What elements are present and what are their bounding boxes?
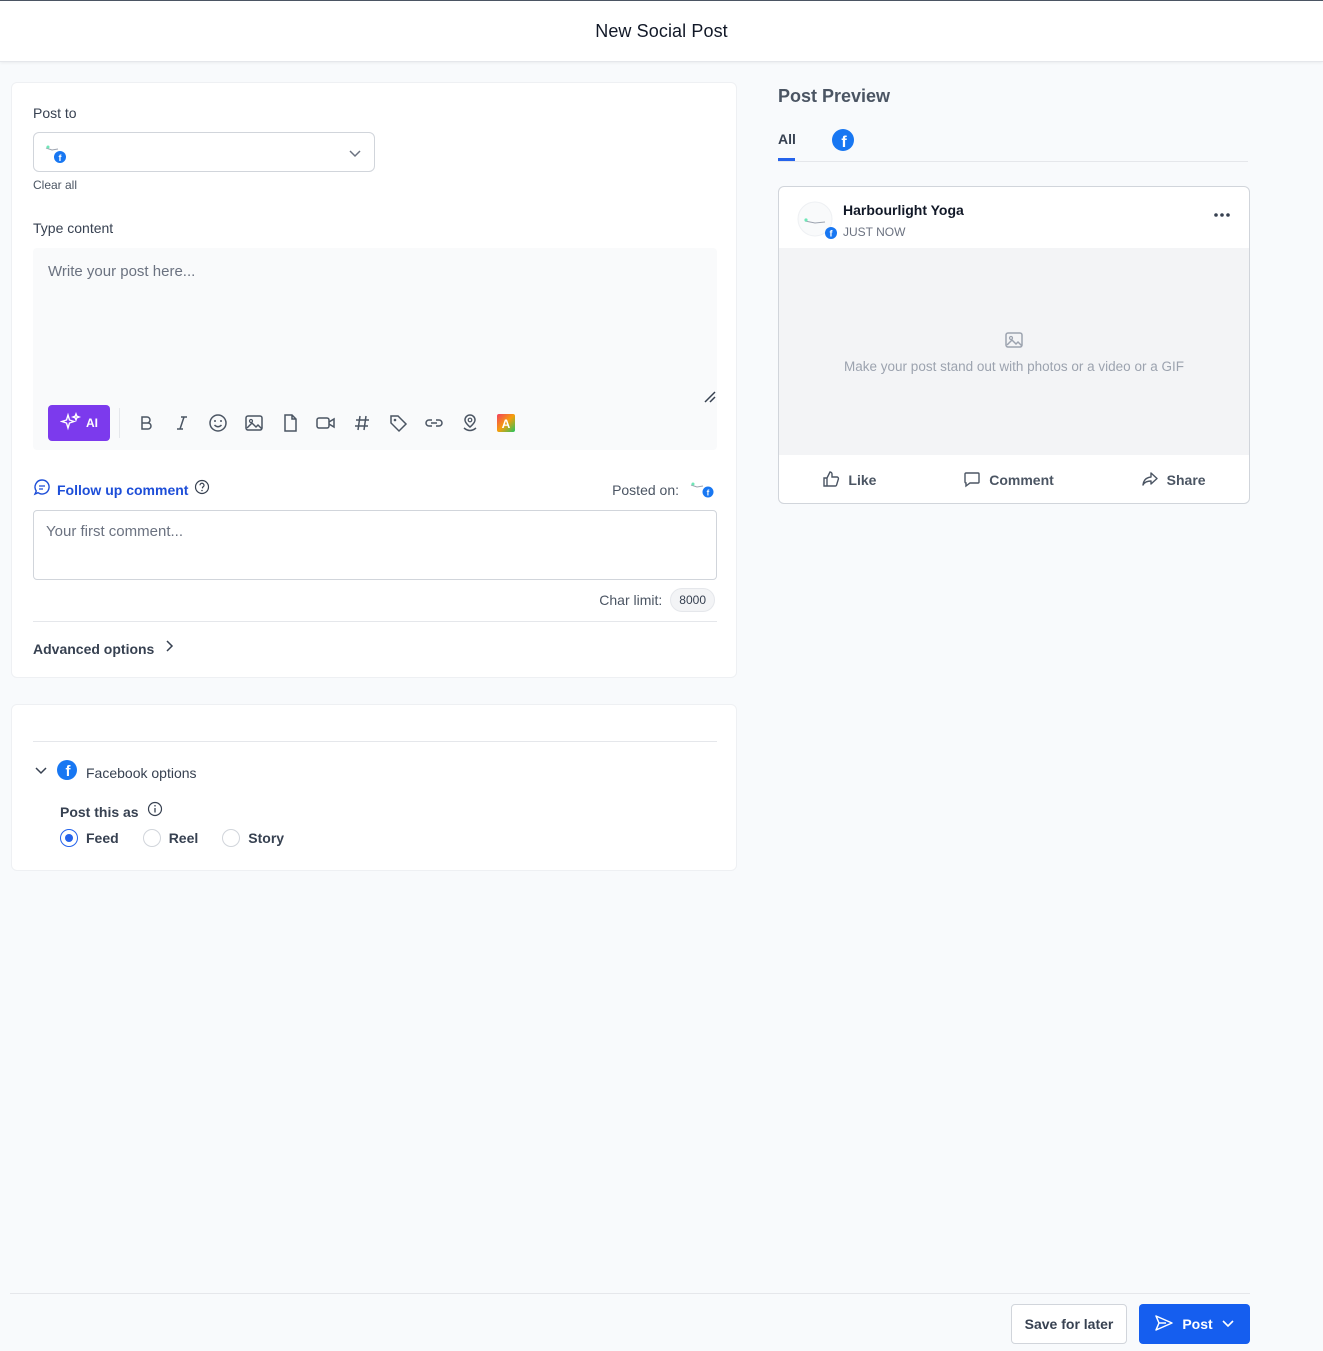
posted-on: Posted on: f [612,475,715,504]
comment-label: Comment [989,472,1054,488]
facebook-post-preview: f Harbourlight Yoga JUST NOW Make your p… [778,186,1250,504]
active-tab-indicator [778,158,795,161]
file-icon[interactable] [272,405,308,441]
facebook-icon: f [56,759,78,786]
svg-text:f: f [707,489,710,498]
post-this-as: Post this as [60,801,163,822]
hashtag-icon[interactable] [344,405,380,441]
post-actions: Like Comment Share [779,455,1249,503]
clear-all-link[interactable]: Clear all [33,178,77,192]
type-content-label: Type content [33,220,114,236]
divider [33,621,717,622]
facebook-icon: f [832,129,854,151]
post-preview-header: f Harbourlight Yoga JUST NOW [779,187,1249,248]
page-name: Harbourlight Yoga [843,202,964,218]
share-label: Share [1166,472,1206,488]
radio-circle [142,829,161,847]
chevron-down-icon[interactable] [1221,1316,1235,1333]
thumbs-up-icon [822,470,840,491]
divider [33,741,717,742]
send-icon [1154,1314,1174,1335]
comment-icon [963,470,981,491]
page-title: New Social Post [595,20,728,41]
share-button[interactable]: Share [1141,470,1206,491]
radio-label: Story [248,830,285,846]
tag-icon[interactable] [380,405,416,441]
radio-reel[interactable]: Reel [142,829,199,847]
selected-account-avatar: f [44,142,70,169]
radio-circle [60,829,78,847]
advanced-options-toggle[interactable]: Advanced options [33,639,174,658]
post-button-label: Post [1182,1316,1213,1332]
emoji-icon[interactable] [200,405,236,441]
post-type-radio-group: Feed Reel Story [60,829,308,847]
radio-label: Feed [86,830,119,846]
like-button[interactable]: Like [822,470,876,491]
post-button[interactable]: Post [1139,1304,1250,1344]
like-label: Like [848,472,877,488]
preview-tabs: All f [778,126,1248,162]
posted-on-label: Posted on: [612,481,679,498]
preview-title: Post Preview [778,86,891,106]
first-comment-box [33,510,717,580]
share-icon [1141,470,1159,491]
more-options-icon[interactable] [1213,205,1231,223]
char-limit-label: Char limit: [599,592,663,608]
account-select[interactable]: f [33,132,375,172]
facebook-options-label: Facebook options [86,764,197,781]
canva-icon[interactable]: A [488,405,524,441]
radio-circle [222,829,241,847]
first-comment-input[interactable] [34,511,716,579]
posted-on-avatar: f [689,475,715,504]
media-placeholder: Make your post stand out with photos or … [779,248,1249,455]
post-this-as-label: Post this as [60,803,139,820]
post-editor: AI [33,248,717,450]
footer-divider [10,1293,1250,1294]
italic-icon[interactable] [164,405,200,441]
chevron-right-icon [164,639,174,658]
sparkles-icon [59,411,82,435]
svg-text:f: f [841,134,847,151]
svg-text:A: A [502,417,511,431]
chevron-down-icon [348,146,362,165]
location-icon[interactable] [452,405,488,441]
media-placeholder-text: Make your post stand out with photos or … [844,358,1184,374]
facebook-options-card: f Facebook options Post this as Feed Ree… [11,704,737,871]
tab-facebook[interactable]: f [831,128,855,157]
ai-button-label: AI [86,416,98,430]
bold-icon[interactable] [128,405,164,441]
comment-button[interactable]: Comment [963,470,1054,491]
editor-toolbar: AI A [48,405,524,441]
compose-card: Post to f Clear all Type content AI [11,82,737,678]
save-for-later-button[interactable]: Save for later [1011,1304,1127,1344]
follow-up-comment[interactable]: Follow up comment [33,478,210,501]
help-circle-icon[interactable] [194,479,210,500]
radio-label: Reel [168,830,199,846]
char-limit: Char limit: 8000 [599,588,715,612]
image-icon [1004,330,1024,355]
radio-feed[interactable]: Feed [60,829,119,847]
post-content-input[interactable] [33,248,717,398]
info-icon[interactable] [147,801,163,822]
ai-button[interactable]: AI [48,405,110,441]
radio-story[interactable]: Story [222,829,284,847]
follow-up-comment-label: Follow up comment [57,481,189,498]
facebook-options-toggle[interactable]: f Facebook options [34,759,197,786]
page-avatar: f [797,201,837,239]
post-time: JUST NOW [843,225,906,239]
top-bar: New Social Post [0,0,1323,62]
toolbar-divider [119,408,120,438]
link-icon[interactable] [416,405,452,441]
char-limit-badge: 8000 [670,588,715,612]
post-to-label: Post to [33,105,77,121]
video-icon[interactable] [308,405,344,441]
comment-bubble-icon [33,478,51,501]
advanced-options-label: Advanced options [33,640,155,657]
image-icon[interactable] [236,405,272,441]
chevron-down-icon [34,763,48,782]
resize-handle-icon[interactable] [701,388,717,409]
